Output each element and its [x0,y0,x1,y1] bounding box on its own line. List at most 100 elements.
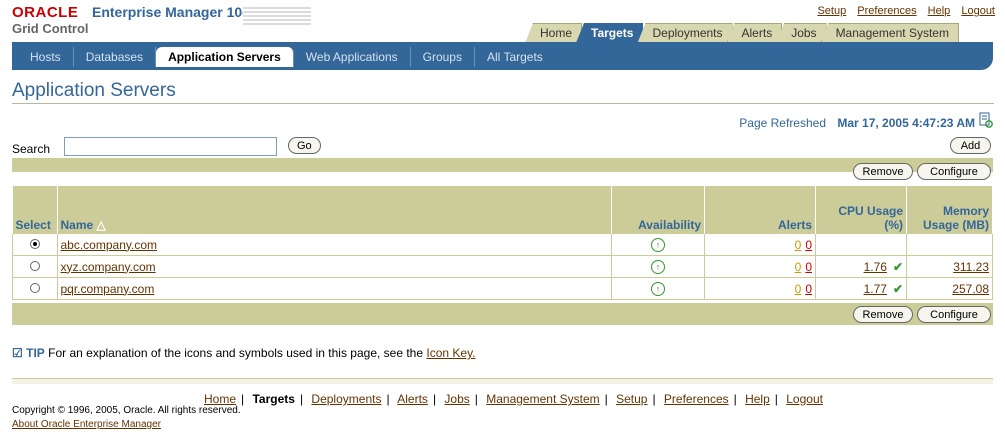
col-availability: Availability [611,186,705,234]
col-alerts: Alerts [704,186,816,234]
subnav-web-applications[interactable]: Web Applications [294,47,411,67]
col-select: Select [12,186,58,234]
check-icon: ✔ [892,281,903,296]
status-up-icon: ↑ [651,260,665,274]
col-cpu: CPU Usage (%) [815,186,907,234]
check-icon: ✔ [892,259,903,274]
search-input[interactable] [64,137,277,156]
setup-link[interactable]: Setup [817,5,846,17]
refresh-time: Mar 17, 2005 4:47:23 AM [837,116,975,130]
critical-alert-count[interactable]: 0 [805,238,812,252]
alerts-cell: 00 [704,255,816,278]
cpu-cell [815,234,907,256]
footer-divider [12,378,993,384]
server-name-link[interactable]: xyz.company.com [61,260,156,274]
memory-usage-link[interactable]: 311.23 [953,260,989,274]
global-links: Setup Preferences Help Logout [809,5,995,17]
refresh-label: Page Refreshed [739,116,827,130]
subnav-application-servers[interactable]: Application Servers [156,47,294,67]
footer-deployments-link[interactable]: Deployments [311,392,381,406]
warning-alert-count[interactable]: 0 [795,260,802,274]
icon-key-link[interactable]: Icon Key. [426,346,475,360]
logout-link[interactable]: Logout [961,5,995,17]
warning-alert-count[interactable]: 0 [795,282,802,296]
footer-setup-link[interactable]: Setup [616,392,647,406]
subnav-databases[interactable]: Databases [74,47,157,67]
table-row: abc.company.com ↑ 00 [12,234,993,256]
about-link[interactable]: About Oracle Enterprise Manager [12,419,161,430]
select-radio[interactable] [29,282,40,293]
availability-cell: ↑ [611,277,705,300]
footer-logout-link[interactable]: Logout [786,392,823,406]
add-button[interactable]: Add [950,137,991,154]
table-row: pqr.company.com ↑ 00 1.77 ✔ 257.08 [12,277,993,300]
remove-button-top[interactable]: Remove [853,163,913,180]
footer-preferences-link[interactable]: Preferences [664,392,729,406]
cpu-cell: 1.76 ✔ [815,255,907,278]
warning-alert-count[interactable]: 0 [795,238,802,252]
help-link[interactable]: Help [928,5,951,17]
configure-button-top[interactable]: Configure [917,163,991,180]
select-radio[interactable] [29,260,40,271]
remove-button-bottom[interactable]: Remove [853,306,913,323]
col-name-label: Name [60,218,94,232]
sub-navigation: Hosts Databases Application Servers Web … [12,42,993,70]
footer-links: Home | Targets | Deployments | Alerts | Jobs… [204,392,823,406]
select-radio[interactable] [29,238,40,249]
availability-cell: ↑ [611,255,705,278]
alerts-cell: 00 [704,277,816,300]
tab-deployments[interactable]: Deployments [637,23,733,43]
tab-management-system[interactable]: Management System [820,23,959,43]
tab-home[interactable]: Home [525,23,583,43]
memory-cell: 311.23 [906,255,993,278]
availability-cell: ↑ [611,234,705,256]
server-name-link[interactable]: abc.company.com [61,238,158,252]
refresh-icon[interactable] [979,112,993,128]
footer-alerts-link[interactable]: Alerts [397,392,428,406]
enterprise-manager-logo: Enterprise Manager 10g [92,4,251,20]
preferences-link[interactable]: Preferences [857,5,916,17]
server-name-link[interactable]: pqr.company.com [61,282,155,296]
footer-targets-current: Targets [252,392,295,406]
alerts-cell: 00 [704,234,816,256]
select-cell [12,234,58,256]
cpu-usage-link[interactable]: 1.76 [864,260,887,274]
footer-help-link[interactable]: Help [745,392,770,406]
app-servers-table: Select Name △ Availability Alerts CPU Us… [12,186,993,300]
critical-alert-count[interactable]: 0 [805,282,812,296]
tab-targets[interactable]: Targets [576,23,644,43]
main-tabs: Home Targets Deployments Alerts Jobs Man… [525,23,959,43]
select-cell [12,277,58,300]
table-row: xyz.company.com ↑ 00 1.76 ✔ 311.23 [12,255,993,278]
footer-home-link[interactable]: Home [204,392,236,406]
go-button[interactable]: Go [288,137,321,154]
status-up-icon: ↑ [651,282,665,296]
table-toolbar-bottom [12,303,993,325]
tab-jobs[interactable]: Jobs [776,23,827,43]
configure-button-bottom[interactable]: Configure [917,306,991,323]
tip-body: For an explanation of the icons and symb… [48,346,424,360]
subnav-hosts[interactable]: Hosts [18,47,74,67]
memory-cell: 257.08 [906,277,993,300]
header-decoration [243,5,311,27]
tip-text: ☑ TIP For an explanation of the icons an… [12,346,476,360]
table-toolbar-top [12,158,993,172]
search-label: Search [12,142,51,156]
select-cell [12,255,58,278]
subnav-all-targets[interactable]: All Targets [475,47,555,67]
copyright: Copyright © 1996, 2005, Oracle. All righ… [12,405,241,416]
memory-usage-link[interactable]: 257.08 [952,282,989,296]
cpu-usage-link[interactable]: 1.77 [864,282,887,296]
cpu-cell: 1.77 ✔ [815,277,907,300]
status-up-icon: ↑ [651,238,665,252]
title-divider [12,103,994,104]
col-name[interactable]: Name △ [57,186,612,234]
memory-cell [906,234,993,256]
subnav-groups[interactable]: Groups [411,47,475,67]
critical-alert-count[interactable]: 0 [805,260,812,274]
footer-jobs-link[interactable]: Jobs [444,392,469,406]
tab-alerts[interactable]: Alerts [726,23,783,43]
oracle-logo: ORACLE [12,4,79,21]
footer-management-system-link[interactable]: Management System [486,392,599,406]
sort-asc-icon: △ [96,218,106,232]
